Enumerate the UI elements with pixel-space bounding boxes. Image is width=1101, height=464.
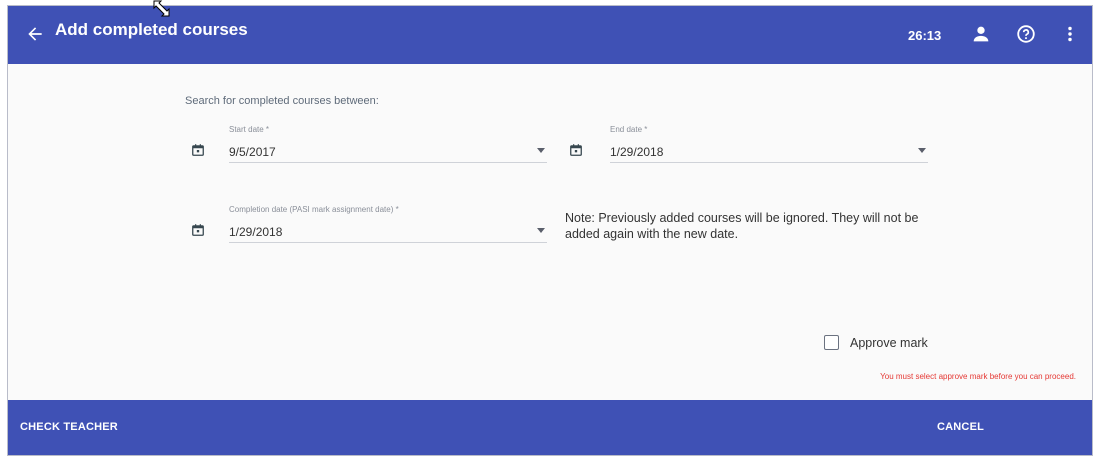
cancel-button[interactable]: CANCEL [937, 421, 984, 433]
calendar-icon[interactable] [191, 143, 205, 157]
arrow-back-icon[interactable] [25, 24, 45, 44]
calendar-icon[interactable] [569, 143, 583, 157]
more-vert-icon[interactable] [1059, 23, 1081, 45]
completion-date-underline [229, 242, 547, 243]
dialog-frame: Add completed courses 26:13 Search for c… [7, 5, 1093, 456]
form-content: Search for completed courses between: St… [8, 64, 1092, 401]
approve-mark-label[interactable]: Approve mark [850, 336, 928, 350]
person-icon[interactable] [970, 23, 992, 45]
end-date-underline [610, 162, 928, 163]
error-message: You must select approve mark before you … [880, 372, 1076, 381]
start-date-value[interactable]: 9/5/2017 [229, 145, 276, 159]
calendar-icon[interactable] [191, 223, 205, 237]
start-date-underline [229, 162, 547, 163]
start-date-label: Start date * [229, 125, 270, 134]
completion-date-label: Completion date (PASI mark assignment da… [229, 205, 399, 214]
search-label: Search for completed courses between: [185, 95, 379, 107]
session-timer: 26:13 [908, 28, 942, 43]
check-teacher-button[interactable]: CHECK TEACHER [20, 421, 118, 433]
note-text: Note: Previously added courses will be i… [565, 211, 919, 241]
completion-date-value[interactable]: 1/29/2018 [229, 225, 282, 239]
page-title: Add completed courses [55, 20, 248, 39]
chevron-down-icon[interactable] [918, 148, 926, 153]
help-icon[interactable] [1015, 23, 1037, 45]
checkbox-box[interactable] [824, 335, 839, 350]
mouse-cursor-icon [153, 0, 170, 17]
chevron-down-icon[interactable] [537, 228, 545, 233]
footer-bar: CHECK TEACHER CANCEL [8, 400, 1092, 455]
end-date-label: End date * [610, 125, 648, 134]
end-date-value[interactable]: 1/29/2018 [610, 145, 663, 159]
chevron-down-icon[interactable] [537, 148, 545, 153]
